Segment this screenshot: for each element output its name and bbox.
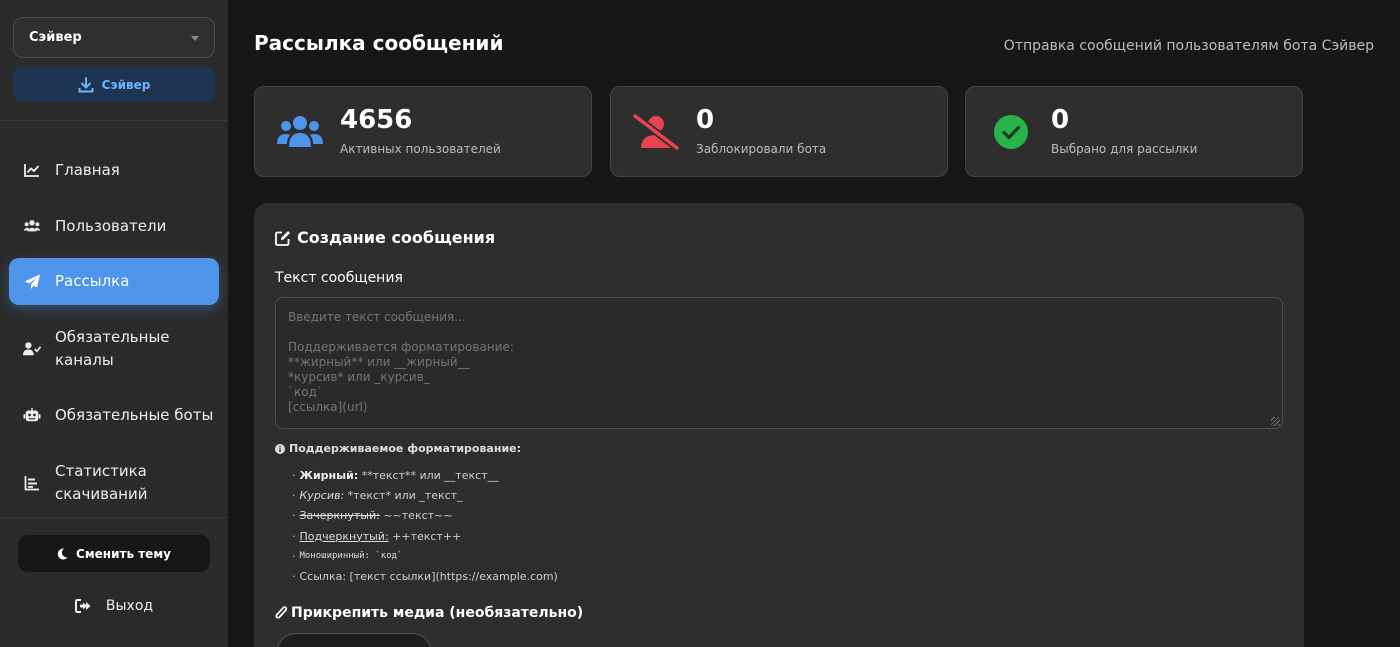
stat-label-active-users: Активных пользователей [340, 142, 501, 156]
logout-button[interactable]: Выход [0, 594, 228, 618]
paper-plane-icon [23, 273, 41, 291]
nav-item-users[interactable]: Пользователи [9, 214, 219, 238]
format-bold-syntax: **текст** или __текст__ [358, 468, 499, 482]
user-slash-icon [633, 109, 679, 155]
resize-handle-icon[interactable] [1271, 417, 1280, 426]
stat-value-blocked: 0 [696, 105, 715, 135]
format-italic-name: Курсив: [299, 488, 345, 502]
compose-title: Создание сообщения [275, 228, 495, 247]
page-title: Рассылка сообщений [254, 31, 504, 55]
logout-label: Выход [105, 598, 154, 614]
paperclip-icon [275, 605, 287, 619]
sidebar-divider [0, 120, 228, 121]
sidebar-divider [0, 517, 228, 518]
chart-bar-icon [23, 474, 41, 492]
nav-label-broadcast: Рассылка [55, 272, 130, 290]
info-circle-icon [275, 443, 285, 454]
format-link: Ссылка: [текст ссылки](https://example.c… [299, 570, 558, 584]
stat-card-active-users: 4656 Активных пользователей [254, 86, 592, 177]
nav-item-required-bots[interactable]: Обязательные боты [9, 403, 219, 427]
attach-media-label: Прикрепить медиа (необязательно) [275, 605, 583, 621]
caret-down-icon [191, 36, 199, 41]
compose-panel: Создание сообщения Текст сообщения Подде… [254, 203, 1304, 647]
format-strike-syntax: ~~текст~~ [379, 509, 453, 523]
format-strike-name: Зачеркнутый: [299, 509, 380, 523]
format-underline-syntax: ++текст++ [388, 529, 462, 543]
stat-label-blocked: Заблокировали бота [696, 142, 827, 156]
format-italic-syntax: *текст* или _текст_ [344, 488, 463, 502]
stat-card-selected: 0 Выбрано для рассылки [965, 86, 1303, 177]
nav-item-broadcast[interactable]: Рассылка [9, 258, 219, 305]
toggle-theme-button[interactable]: Сменить тему [18, 535, 210, 572]
download-button-label: Сэйвер [101, 77, 151, 92]
format-underline-name: Подчеркнутый: [299, 529, 389, 543]
stat-card-blocked: 0 Заблокировали бота [610, 86, 948, 177]
format-mono-syntax: `код` [369, 551, 403, 562]
edit-icon [275, 230, 290, 246]
formatting-info-head: Поддерживаемое форматирование: [275, 442, 521, 455]
stat-value-active-users: 4656 [340, 105, 413, 135]
bot-select-value: Сэйвер [29, 30, 82, 45]
list-item: · Жирный: **текст** или __текст__ [292, 468, 499, 482]
attach-media-button[interactable] [276, 633, 432, 647]
stat-label-selected: Выбрано для рассылки [1051, 142, 1198, 156]
list-item: · Моноширинный: `код` [292, 549, 403, 563]
robot-icon [23, 406, 41, 424]
nav-label-users: Пользователи [55, 216, 167, 235]
download-icon [78, 76, 94, 92]
nav-label-download-stats: Статистика скачиваний [55, 461, 148, 503]
user-check-icon [23, 340, 41, 358]
formatting-list: · Жирный: **текст** или __текст__ · Курсив… [292, 465, 558, 587]
check-circle-icon [988, 109, 1034, 155]
theme-button-label: Сменить тему [76, 546, 171, 561]
nav-label-required-channels: Обязательные каналы [55, 327, 170, 369]
nav-label-home: Главная [55, 160, 120, 179]
sign-out-icon [74, 599, 91, 613]
list-item: · Подчеркнутый: ++текст++ [292, 529, 462, 543]
format-mono-name: Моноширинный: [299, 551, 370, 562]
nav-item-required-channels[interactable]: Обязательные каналы [9, 325, 219, 372]
users-icon [23, 217, 41, 235]
chart-line-icon [23, 161, 41, 179]
list-item: · Ссылка: [текст ссылки](https://example.… [292, 570, 558, 584]
nav-label-required-bots: Обязательные боты [55, 405, 214, 424]
moon-icon [57, 547, 68, 559]
message-text-label: Текст сообщения [275, 270, 403, 286]
list-item: · Курсив: *текст* или _текст_ [292, 488, 463, 502]
download-bot-button[interactable]: Сэйвер [13, 67, 215, 102]
nav-item-download-stats[interactable]: Статистика скачиваний [9, 459, 219, 506]
format-bold-name: Жирный: [299, 468, 359, 482]
list-item: · Зачеркнутый: ~~текст~~ [292, 509, 453, 523]
users-icon [277, 109, 323, 155]
stat-value-selected: 0 [1051, 105, 1070, 135]
compose-title-text: Создание сообщения [297, 228, 496, 247]
message-textarea[interactable] [275, 297, 1283, 429]
page-subtitle: Отправка сообщений пользователям бота Сэ… [1003, 38, 1374, 54]
bot-select[interactable]: Сэйвер [13, 17, 215, 58]
formatting-info-title: Поддерживаемое форматирование: [289, 442, 522, 455]
nav-item-home[interactable]: Главная [9, 158, 219, 182]
sidebar: Сэйвер Сэйвер Главная Пользователи Рассы… [0, 0, 228, 647]
attach-media-text: Прикрепить медиа (необязательно) [291, 605, 584, 621]
